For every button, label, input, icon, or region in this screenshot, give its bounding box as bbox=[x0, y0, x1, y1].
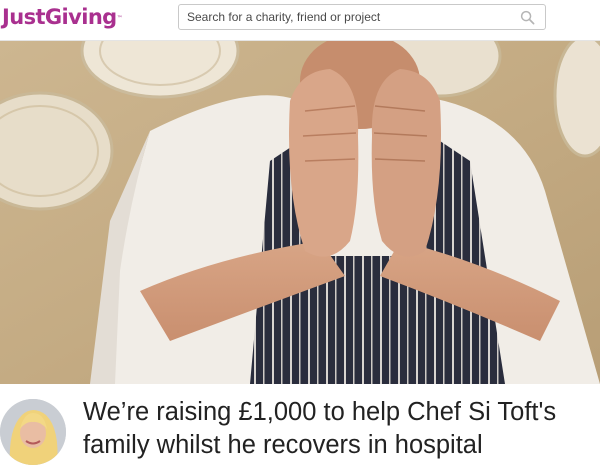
top-header: JustGiving™ bbox=[0, 0, 600, 41]
trademark-mark: ™ bbox=[116, 15, 123, 22]
search-icon[interactable] bbox=[520, 10, 535, 25]
hero-image bbox=[0, 41, 600, 384]
logo-text: JustGiving bbox=[2, 5, 117, 29]
hero-photo bbox=[0, 41, 600, 384]
avatar-photo bbox=[0, 399, 66, 465]
search-input[interactable] bbox=[187, 7, 507, 27]
fundraiser-avatar[interactable] bbox=[0, 399, 66, 465]
search-box[interactable] bbox=[178, 4, 546, 30]
page-title: We’re raising £1,000 to help Chef Si Tof… bbox=[83, 398, 557, 459]
justgiving-logo[interactable]: JustGiving™ bbox=[2, 4, 123, 30]
